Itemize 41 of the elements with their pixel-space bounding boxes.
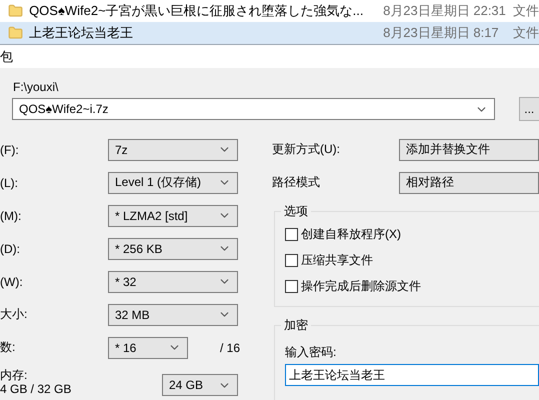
option-checkbox[interactable]: 创建自释放程序(X) bbox=[285, 221, 539, 247]
setting-dropdown[interactable]: * 32 bbox=[108, 270, 238, 292]
browse-button[interactable]: ... bbox=[519, 97, 539, 121]
setting-label: 数: bbox=[0, 339, 16, 356]
setting-label: (L): bbox=[0, 176, 19, 190]
setting-label: (W): bbox=[0, 274, 24, 288]
setting-dropdown[interactable]: * 16 bbox=[108, 336, 188, 358]
option-checkbox[interactable]: 压缩共享文件 bbox=[285, 247, 539, 273]
file-row[interactable]: 上老王论坛当老王 8月23日星期日 8:17 文件 bbox=[0, 22, 539, 44]
setting-dropdown[interactable]: 相对路径 bbox=[399, 172, 539, 194]
file-date: 8月23日星期日 22:31 bbox=[383, 2, 507, 20]
setting-dropdown[interactable]: * LZMA2 [std] bbox=[108, 204, 238, 226]
file-date: 8月23日星期日 8:17 bbox=[383, 24, 500, 42]
setting-dropdown[interactable]: Level 1 (仅存储) bbox=[108, 172, 238, 194]
folder-icon bbox=[8, 3, 24, 19]
setting-dropdown[interactable]: 32 MB bbox=[108, 304, 238, 326]
setting-label: 内存: bbox=[0, 368, 28, 382]
folder-icon bbox=[8, 25, 24, 41]
archive-name-combobox[interactable]: QOS♠Wife2~i.7z bbox=[12, 98, 496, 120]
memory-usage: 4 GB / 32 GB bbox=[0, 382, 72, 396]
file-name: QOS♠Wife2~子宮が黒い巨根に征服され堕落した強気な... bbox=[29, 2, 365, 20]
password-field[interactable]: 上老王论坛当老王 bbox=[285, 364, 539, 386]
setting-label: (F): bbox=[0, 142, 20, 156]
setting-suffix: / 16 bbox=[220, 340, 240, 354]
setting-label: 大小: bbox=[0, 306, 28, 323]
option-checkbox[interactable]: 操作完成后删除源文件 bbox=[285, 273, 539, 299]
setting-label: 更新方式(U): bbox=[272, 141, 341, 158]
file-type: 文件 bbox=[512, 24, 539, 42]
setting-dropdown[interactable]: 24 GB bbox=[162, 374, 238, 396]
password-label: 输入密码: bbox=[285, 345, 336, 359]
setting-dropdown[interactable]: 7z bbox=[108, 138, 238, 160]
setting-dropdown[interactable]: 添加并替换文件 bbox=[399, 138, 539, 160]
file-name: 上老王论坛当老王 bbox=[29, 24, 134, 42]
archive-folder: F:\youxi\ bbox=[13, 80, 60, 95]
setting-label: (D): bbox=[0, 242, 21, 256]
setting-dropdown[interactable]: * 256 KB bbox=[108, 238, 238, 260]
group-title: 选项 bbox=[281, 203, 311, 220]
file-type: 文件 bbox=[512, 2, 539, 20]
setting-label: (M): bbox=[0, 208, 22, 222]
setting-label: 路径模式 bbox=[272, 174, 321, 191]
dialog-title: 包 bbox=[0, 48, 13, 66]
